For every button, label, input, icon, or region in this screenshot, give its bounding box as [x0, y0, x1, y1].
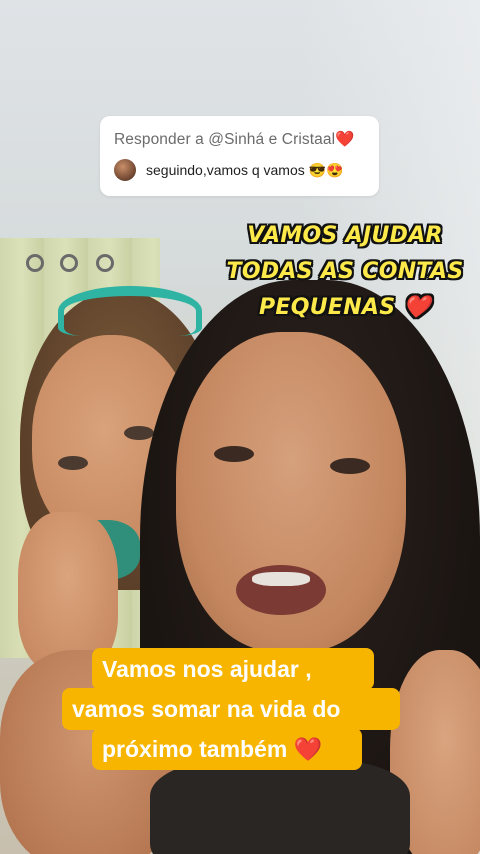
- headline-line: TODAS AS CONTAS: [226, 259, 464, 284]
- caption-line: Vamos nos ajudar ,: [92, 648, 374, 690]
- curtain-ring: [60, 254, 78, 272]
- caption-line: próximo também ❤️: [92, 728, 362, 770]
- reply-comment-sticker[interactable]: Responder a @Sinhá e Cristaal❤️ seguindo…: [100, 116, 379, 196]
- child-headband: [58, 286, 202, 336]
- caption-line: vamos somar na vida do: [62, 688, 400, 730]
- woman-eye: [330, 458, 370, 474]
- reply-comment-text: seguindo,vamos q vamos 😎😍: [146, 161, 344, 178]
- video-frame[interactable]: Responder a @Sinhá e Cristaal❤️ seguindo…: [0, 0, 480, 854]
- woman-teeth: [252, 572, 310, 586]
- caption-overlay: Vamos nos ajudar , vamos somar na vida d…: [62, 648, 400, 770]
- headline-line: VAMOS AJUDAR: [247, 223, 443, 248]
- curtain-ring: [96, 254, 114, 272]
- headline-overlay: VAMOS AJUDAR TODAS AS CONTAS PEQUENAS ❤️: [210, 218, 480, 326]
- child-eye: [58, 456, 88, 470]
- commenter-avatar: [114, 159, 136, 181]
- woman-shirt: [150, 760, 410, 854]
- woman-eye: [214, 446, 254, 462]
- reply-comment-row: seguindo,vamos q vamos 😎😍: [114, 159, 367, 181]
- curtain-ring: [26, 254, 44, 272]
- reply-title: Responder a @Sinhá e Cristaal❤️: [114, 131, 355, 148]
- headline-line: PEQUENAS ❤️: [258, 295, 432, 320]
- child-eye: [124, 426, 154, 440]
